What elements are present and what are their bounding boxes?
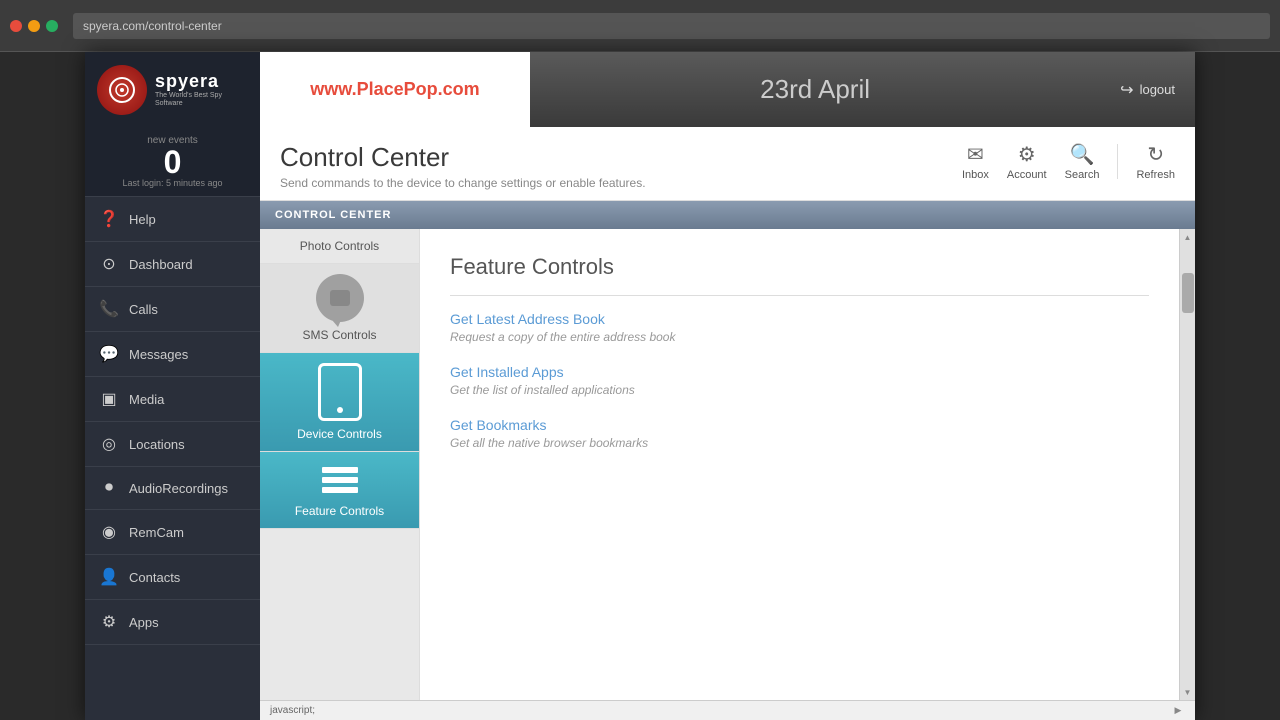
page-title: Control Center xyxy=(280,142,646,173)
events-counter: new events 0 Last login: 5 minutes ago xyxy=(85,127,260,197)
sidebar-item-calls-label: Calls xyxy=(129,302,158,317)
sidebar-item-dashboard-label: Dashboard xyxy=(129,257,193,272)
logo-text: spyera The World's Best Spy Software xyxy=(155,71,248,109)
tab-device-label: Device Controls xyxy=(297,427,382,441)
scroll-right-arrow[interactable]: ▶ xyxy=(1171,704,1185,718)
toolbar-divider xyxy=(1117,144,1118,179)
feature-desc-addressbook: Request a copy of the entire address boo… xyxy=(450,330,1149,344)
control-tabs: Photo Controls SMS Controls xyxy=(260,229,420,700)
ad-text: www.PlacePop.com xyxy=(310,79,479,100)
refresh-button[interactable]: ↻ Refresh xyxy=(1136,142,1175,181)
sidebar-item-locations-label: Locations xyxy=(129,437,185,452)
sidebar-item-messages-label: Messages xyxy=(129,347,188,362)
feature-link-apps[interactable]: Get Installed Apps xyxy=(450,364,1149,380)
page-title-area: Control Center Send commands to the devi… xyxy=(280,142,646,190)
tab-sms-controls[interactable]: SMS Controls xyxy=(260,264,419,353)
page-subtitle: Send commands to the device to change se… xyxy=(280,176,646,190)
sidebar-item-dashboard[interactable]: ⊙ Dashboard xyxy=(85,242,260,287)
search-button[interactable]: 🔍 Search xyxy=(1065,142,1100,181)
tab-photo-label: Photo Controls xyxy=(300,239,379,253)
sidebar-item-messages[interactable]: 💬 Messages xyxy=(85,332,260,377)
sidebar-item-apps[interactable]: ⚙ Apps xyxy=(85,600,260,645)
sidebar-item-audiorecordings[interactable]: ⏺ AudioRecordings xyxy=(85,467,260,510)
tab-sms-label: SMS Controls xyxy=(302,328,376,342)
tab-feature-controls[interactable]: Feature Controls xyxy=(260,452,419,529)
logout-icon: ↪ xyxy=(1120,80,1133,100)
feature-link-addressbook[interactable]: Get Latest Address Book xyxy=(450,311,1149,327)
help-icon: ❓ xyxy=(99,209,119,229)
page-header: Control Center Send commands to the devi… xyxy=(260,127,1195,201)
feature-panel-title: Feature Controls xyxy=(450,254,1149,296)
tab-feature-label: Feature Controls xyxy=(295,504,384,518)
account-button[interactable]: ⚙ Account xyxy=(1007,142,1047,181)
apps-icon: ⚙ xyxy=(99,612,119,632)
content-area: Photo Controls SMS Controls xyxy=(260,229,1195,700)
main-area: www.PlacePop.com 23rd April ↪ logout Con… xyxy=(260,52,1195,720)
account-label: Account xyxy=(1007,169,1047,181)
right-scrollbar[interactable]: ▲ ▼ xyxy=(1179,229,1195,700)
contacts-icon: 👤 xyxy=(99,567,119,587)
event-count: 0 xyxy=(93,146,252,178)
refresh-icon: ↻ xyxy=(1147,142,1164,167)
breadcrumb: CONTROL CENTER xyxy=(260,201,1195,229)
sidebar-item-help[interactable]: ❓ Help xyxy=(85,197,260,242)
sidebar-item-audiorecordings-label: AudioRecordings xyxy=(129,481,228,496)
logo-name: spyera xyxy=(155,71,248,92)
sidebar-nav: ❓ Help ⊙ Dashboard 📞 Calls 💬 Messages ▣ xyxy=(85,197,260,720)
header-ad-banner: www.PlacePop.com xyxy=(260,52,530,127)
sidebar-logo: spyera The World's Best Spy Software xyxy=(85,52,260,127)
account-icon: ⚙ xyxy=(1018,142,1036,167)
sidebar-item-remcam-label: RemCam xyxy=(129,525,184,540)
feature-desc-apps: Get the list of installed applications xyxy=(450,383,1149,397)
inbox-icon: ✉ xyxy=(967,142,984,167)
messages-icon: 💬 xyxy=(99,344,119,364)
inbox-button[interactable]: ✉ Inbox xyxy=(962,142,989,181)
feature-desc-bookmarks: Get all the native browser bookmarks xyxy=(450,436,1149,450)
remcam-icon: ◉ xyxy=(99,522,119,542)
status-bar-text: javascript; xyxy=(270,705,315,716)
feature-link-bookmarks[interactable]: Get Bookmarks xyxy=(450,417,1149,433)
logout-button[interactable]: ↪ logout xyxy=(1100,80,1195,100)
sidebar-item-media[interactable]: ▣ Media xyxy=(85,377,260,422)
dashboard-icon: ⊙ xyxy=(99,254,119,274)
feature-item-bookmarks: Get Bookmarks Get all the native browser… xyxy=(450,417,1149,450)
tab-photo-controls[interactable]: Photo Controls xyxy=(260,229,419,264)
logout-label: logout xyxy=(1140,82,1175,97)
locations-icon: ◎ xyxy=(99,434,119,454)
sidebar-item-apps-label: Apps xyxy=(129,615,159,630)
sidebar-item-media-label: Media xyxy=(129,392,164,407)
refresh-label: Refresh xyxy=(1136,169,1175,181)
audiorecordings-icon: ⏺ xyxy=(99,479,119,497)
sidebar-item-locations[interactable]: ◎ Locations xyxy=(85,422,260,467)
feature-panel: Feature Controls Get Latest Address Book… xyxy=(420,229,1179,700)
tab-device-controls[interactable]: Device Controls xyxy=(260,353,419,452)
sidebar-item-contacts[interactable]: 👤 Contacts xyxy=(85,555,260,600)
feature-item-apps: Get Installed Apps Get the list of insta… xyxy=(450,364,1149,397)
last-login-label: Last login: 5 minutes ago xyxy=(93,178,252,188)
sidebar-item-remcam[interactable]: ◉ RemCam xyxy=(85,510,260,555)
calls-icon: 📞 xyxy=(99,299,119,319)
media-icon: ▣ xyxy=(99,389,119,409)
header-date: 23rd April xyxy=(530,74,1100,105)
sidebar: spyera The World's Best Spy Software new… xyxy=(85,52,260,720)
search-label: Search xyxy=(1065,169,1100,181)
scrollbar-thumb[interactable] xyxy=(1182,273,1194,313)
feature-item-addressbook: Get Latest Address Book Request a copy o… xyxy=(450,311,1149,344)
sidebar-item-help-label: Help xyxy=(129,212,156,227)
search-icon: 🔍 xyxy=(1070,142,1095,167)
inbox-label: Inbox xyxy=(962,169,989,181)
status-bar: javascript; ▶ xyxy=(260,700,1195,720)
sidebar-item-calls[interactable]: 📞 Calls xyxy=(85,287,260,332)
toolbar-icons: ✉ Inbox ⚙ Account 🔍 Search ↻ Refresh xyxy=(962,142,1175,181)
logo-tagline: The World's Best Spy Software xyxy=(155,92,248,109)
top-header: www.PlacePop.com 23rd April ↪ logout xyxy=(260,52,1195,127)
sidebar-item-contacts-label: Contacts xyxy=(129,570,180,585)
logo-icon xyxy=(97,65,147,115)
